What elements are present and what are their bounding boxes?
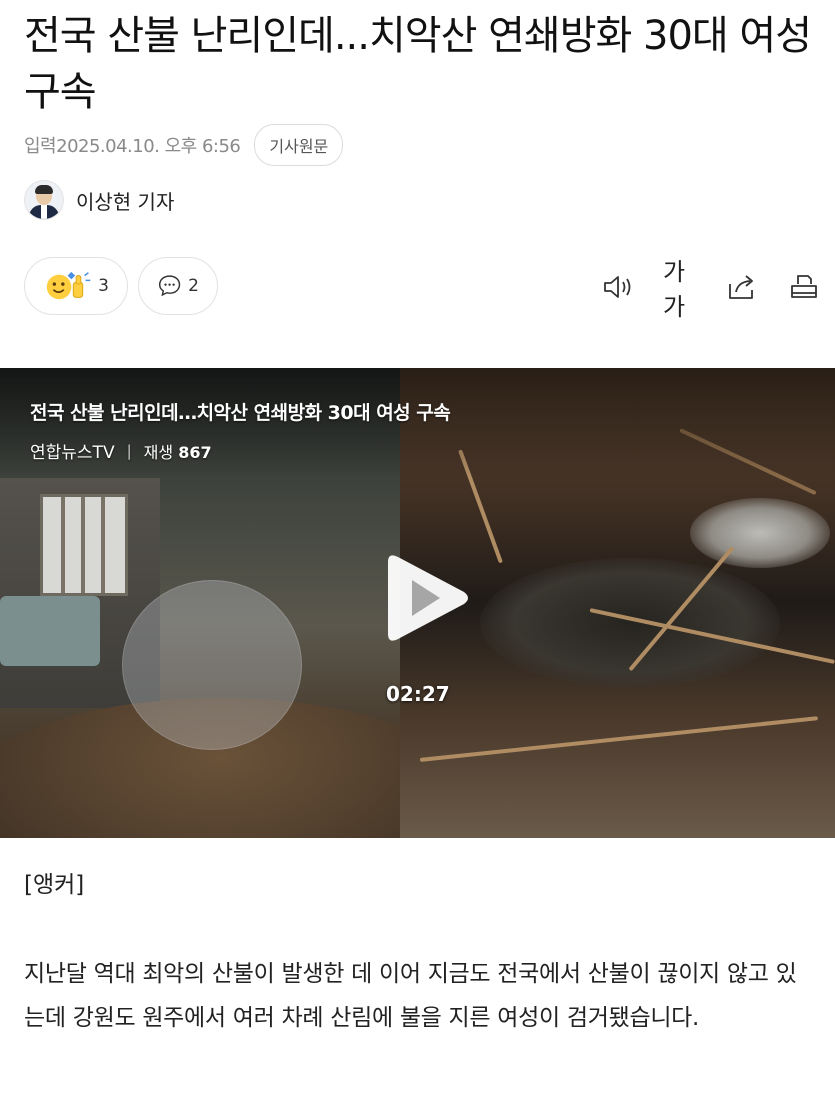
- reporter-name[interactable]: 이상현 기자: [76, 186, 174, 215]
- info-separator: |: [126, 441, 132, 460]
- play-icon[interactable]: [368, 548, 478, 648]
- publish-date: 입력2025.04.10. 오후 6:56: [24, 136, 241, 157]
- highlight-circle: [122, 580, 302, 750]
- comment-count: 2: [188, 276, 199, 296]
- view-count: 재생 867: [143, 442, 212, 462]
- reaction-count: 3: [98, 276, 109, 296]
- speech-bubble-icon: [158, 275, 181, 297]
- video-player[interactable]: 전국 산불 난리인데…치악산 연쇄방화 30대 여성 구속 연합뉴스TV | 재…: [0, 368, 835, 838]
- original-article-button[interactable]: 기사원문: [254, 124, 344, 166]
- video-channel[interactable]: 연합뉴스TV: [30, 438, 115, 463]
- reaction-bar: 3 2: [24, 257, 228, 315]
- speaker-icon: [604, 276, 631, 298]
- reporter-avatar: [24, 180, 64, 220]
- share-button[interactable]: [725, 268, 759, 306]
- comment-button[interactable]: 2: [138, 257, 218, 315]
- reaction-button[interactable]: 3: [24, 257, 128, 315]
- video-duration: 02:27: [386, 682, 450, 706]
- print-icon: [791, 275, 817, 298]
- reporter-info[interactable]: 이상현 기자: [24, 180, 174, 220]
- video-info: 연합뉴스TV | 재생 867: [30, 438, 212, 464]
- font-size-label: 가가: [663, 258, 685, 321]
- audio-button[interactable]: [601, 268, 635, 306]
- article-meta: 입력2025.04.10. 오후 6:56 기사원문: [24, 124, 344, 166]
- video-title: 전국 산불 난리인데…치악산 연쇄방화 30대 여성 구속: [30, 402, 451, 424]
- anchor-label: [앵커]: [24, 872, 85, 898]
- print-button[interactable]: [787, 268, 821, 306]
- share-icon: [729, 275, 753, 299]
- thumbs-up-emoji-icon: [46, 271, 91, 300]
- article-tools: 가가: [573, 258, 821, 321]
- article-paragraph: 지난달 역대 최악의 산불이 발생한 데 이어 지금도 전국에서 산불이 끊이지…: [24, 961, 797, 1031]
- font-size-button[interactable]: 가가: [663, 258, 697, 321]
- article-title: 전국 산불 난리인데...치악산 연쇄방화 30대 여성 구속: [24, 13, 812, 115]
